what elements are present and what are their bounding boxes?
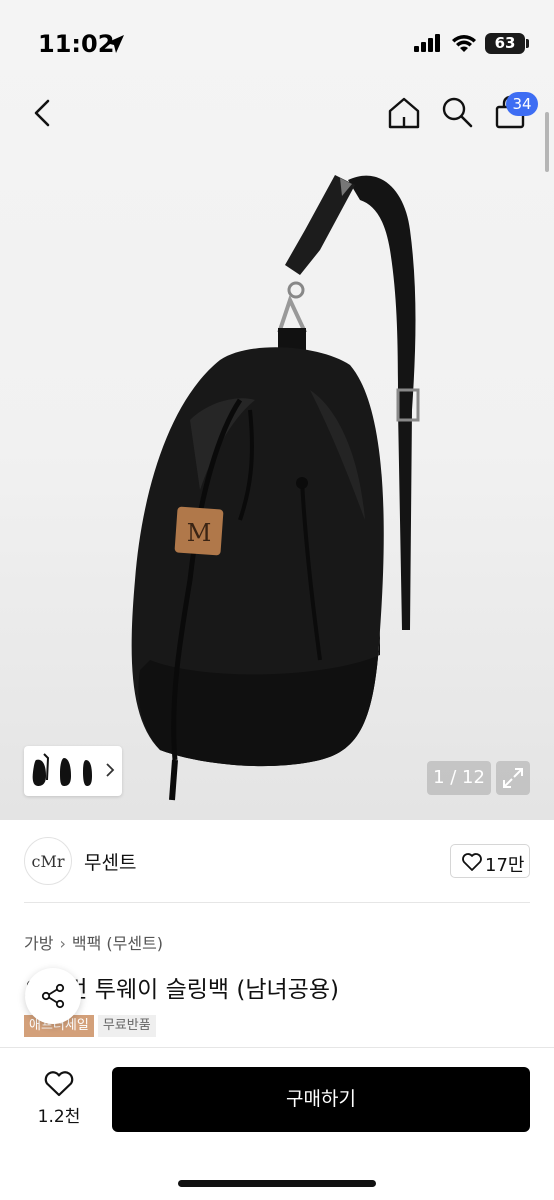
wish-button[interactable]: 1.2천: [30, 1068, 88, 1132]
heart-icon: [44, 1071, 74, 1097]
buy-button[interactable]: 구매하기: [112, 1067, 530, 1132]
home-indicator: [178, 1180, 376, 1187]
breadcrumb: 가방 › 백팩 (무센트): [24, 930, 163, 954]
chevron-right-icon[interactable]: [104, 760, 116, 780]
back-chevron-icon[interactable]: [28, 96, 60, 130]
thumbnail-image[interactable]: [80, 752, 100, 790]
share-button[interactable]: [25, 968, 81, 1024]
breadcrumb-item-category[interactable]: 가방: [24, 934, 53, 953]
brand-like-count: 17만: [485, 855, 525, 876]
wifi-icon: [452, 35, 476, 52]
divider: [0, 1047, 554, 1048]
scrollbar[interactable]: [545, 112, 549, 172]
wish-count: 1.2천: [37, 1107, 81, 1127]
thumbnail-image[interactable]: [30, 752, 50, 790]
cart-count-badge: 34: [506, 92, 538, 116]
battery-tip: [526, 39, 529, 48]
expand-icon: [503, 768, 523, 788]
product-image-gallery[interactable]: M 11:02 63 34 1 / 12: [0, 0, 554, 820]
brand-name[interactable]: 무센트: [84, 848, 136, 875]
expand-button[interactable]: [496, 761, 530, 795]
product-image: M: [131, 175, 420, 801]
brand-logo[interactable]: cMr: [24, 837, 72, 885]
status-bar: 11:02 63: [0, 0, 554, 90]
share-icon: [41, 983, 65, 1009]
status-time: 11:02: [38, 30, 115, 58]
logo-patch-text: M: [187, 519, 212, 547]
chevron-right-icon: ›: [59, 934, 66, 953]
tag-free-return: 무료반품: [97, 1015, 156, 1037]
heart-icon: [462, 853, 482, 871]
image-counter: 1 / 12: [427, 761, 491, 795]
thumbnail-strip[interactable]: [24, 746, 122, 796]
home-icon[interactable]: [386, 95, 422, 131]
brand-like-button[interactable]: 17만: [450, 844, 530, 878]
signal-icon: [414, 34, 440, 52]
breadcrumb-item-subcategory[interactable]: 백팩 (무센트): [72, 934, 163, 953]
thumbnail-image[interactable]: [56, 752, 76, 790]
search-icon[interactable]: [440, 95, 474, 129]
divider: [24, 902, 530, 903]
battery-indicator: 63: [485, 33, 525, 54]
location-arrow-icon: [106, 35, 124, 53]
